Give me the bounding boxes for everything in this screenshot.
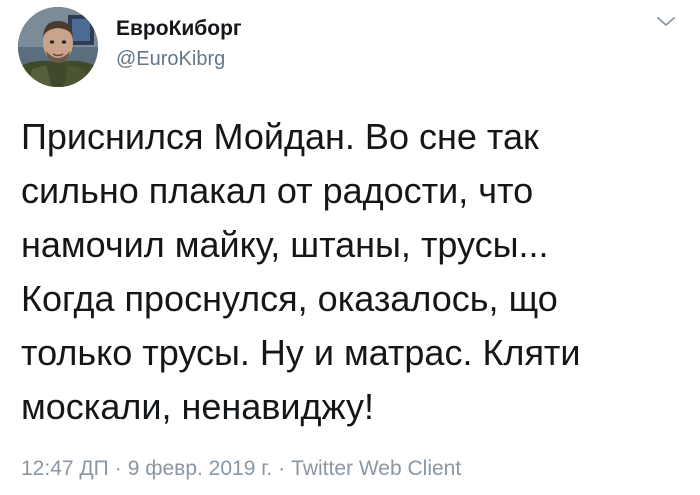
tweet-header: ЕвроКиборг @EuroKibrg xyxy=(18,7,682,87)
tweet-text-line: сильно плакал от радости, что xyxy=(21,170,534,211)
tweet-card: ЕвроКиборг @EuroKibrg Приснился Мойдан. … xyxy=(0,0,700,495)
tweet-text-line: Когда проснулся, оказалось, що xyxy=(21,278,558,319)
tweet-text-line: москали, ненавиджу! xyxy=(21,386,374,427)
tweet-time[interactable]: 12:47 ДП xyxy=(21,457,109,480)
avatar[interactable] xyxy=(18,7,98,87)
tweet-meta: 12:47 ДП · 9 февр. 2019 г. · Twitter Web Cli… xyxy=(21,454,461,484)
avatar-photo-icon xyxy=(18,7,98,87)
user-handle[interactable]: @EuroKibrg xyxy=(116,46,242,72)
display-name[interactable]: ЕвроКиборг xyxy=(116,16,242,42)
tweet-text-line: Приснился Мойдан. Во сне так xyxy=(21,116,539,157)
tweet-text-line: только трусы. Ну и матрас. Кляти xyxy=(21,332,581,373)
tweet-text: Приснился Мойдан. Во сне так сильно плак… xyxy=(21,110,681,434)
tweet-date[interactable]: 9 февр. 2019 г. xyxy=(128,457,272,480)
tweet-text-line: намочил майку, штаны, трусы... xyxy=(21,224,549,265)
chevron-down-icon[interactable] xyxy=(654,13,678,31)
meta-separator: · xyxy=(114,457,122,480)
meta-separator: · xyxy=(278,457,286,480)
author-block: ЕвроКиборг @EuroKibrg xyxy=(116,16,242,72)
client-link[interactable]: Twitter Web Client xyxy=(291,457,461,480)
